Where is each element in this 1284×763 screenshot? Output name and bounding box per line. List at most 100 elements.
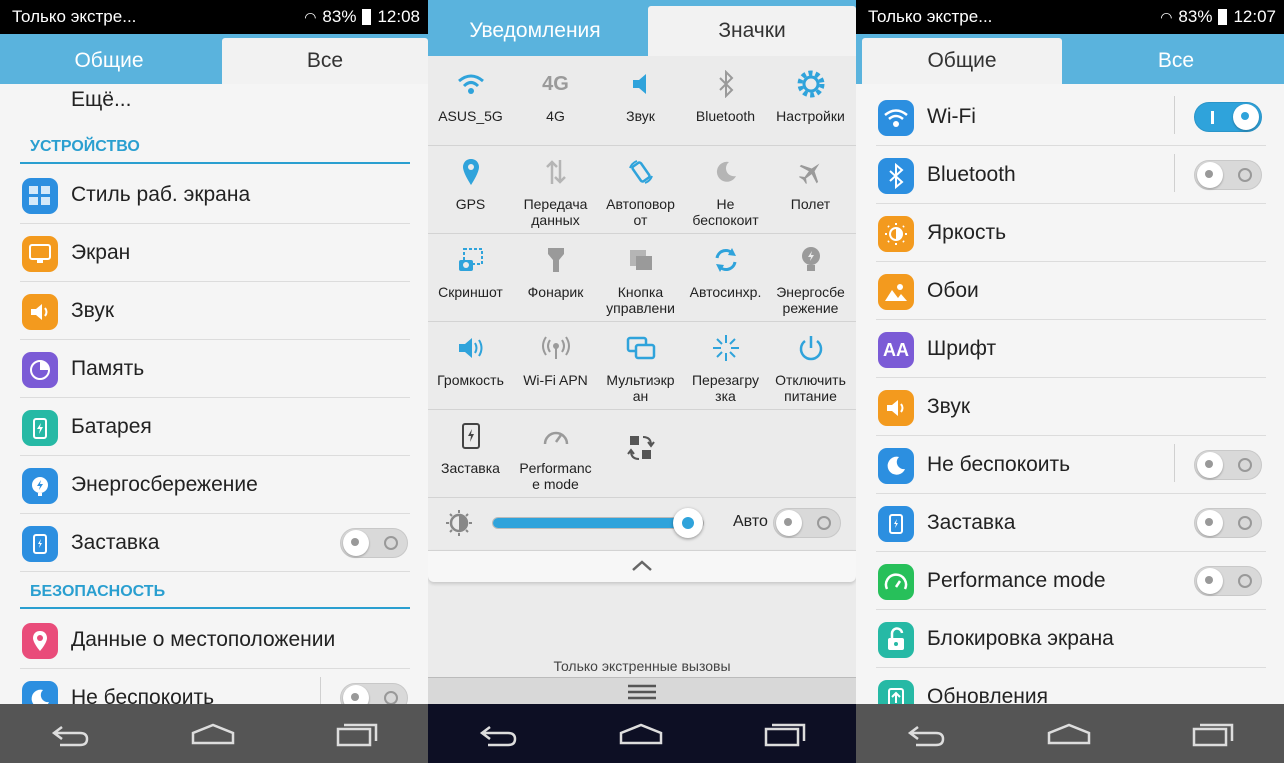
storage-icon xyxy=(22,352,58,388)
tile-label: Заставка xyxy=(441,460,500,476)
tile-wifi[interactable]: ASUS_5G xyxy=(428,58,513,145)
tile-flashlight[interactable]: Фонарик xyxy=(513,234,598,321)
setting-brightness[interactable]: Яркость xyxy=(876,204,1266,262)
moon-icon xyxy=(716,161,736,182)
tile-power-off[interactable]: Отключить питание xyxy=(768,322,853,409)
tile-autosync[interactable]: Автосинхр. xyxy=(683,234,768,321)
recent-apps-icon[interactable] xyxy=(336,721,378,747)
brightness-knob[interactable] xyxy=(673,508,703,538)
wifi-toggle[interactable] xyxy=(1194,102,1262,132)
tile-airplane[interactable]: Полет xyxy=(768,146,853,233)
brightness-slider[interactable] xyxy=(492,508,704,538)
tile-screensaver[interactable]: Заставка xyxy=(428,410,513,497)
recent-apps-icon[interactable] xyxy=(1192,721,1234,747)
performance-toggle[interactable] xyxy=(1194,566,1262,596)
setting-label: Шрифт xyxy=(927,337,997,360)
chevron-up-icon xyxy=(632,560,652,571)
setting-do-not-disturb[interactable]: Не беспокоить xyxy=(876,436,1266,494)
tile-multiscreen[interactable]: Мультиэкр ан xyxy=(598,322,683,409)
back-icon[interactable] xyxy=(50,721,90,747)
tile-power-saving[interactable]: Энергосбе режение xyxy=(768,234,853,321)
screensaver-toggle[interactable] xyxy=(340,528,408,558)
home-icon[interactable] xyxy=(619,721,663,747)
back-icon[interactable] xyxy=(906,721,946,747)
drag-handle[interactable] xyxy=(428,677,856,704)
tab-all[interactable]: Все xyxy=(222,38,428,84)
setting-font[interactable]: AA Шрифт xyxy=(876,320,1266,378)
home-icon[interactable] xyxy=(191,721,235,747)
tile-settings[interactable]: Настройки xyxy=(768,58,853,145)
setting-screen-lock[interactable]: Блокировка экрана xyxy=(876,610,1266,668)
setting-label: Звук xyxy=(927,395,971,418)
bluetooth-toggle[interactable] xyxy=(1194,160,1262,190)
screensaver-toggle[interactable] xyxy=(1194,508,1262,538)
collapse-handle[interactable] xyxy=(428,550,856,582)
4g-icon: 4G xyxy=(542,73,569,95)
tile-screenshot[interactable]: Скриншот xyxy=(428,234,513,321)
tile-sound[interactable]: Звук xyxy=(598,58,683,145)
tab-all[interactable]: Все xyxy=(1068,38,1284,84)
setting-label: Заставка xyxy=(71,531,160,554)
tile-volume[interactable]: Громкость xyxy=(428,322,513,409)
data-transfer-icon xyxy=(545,160,566,184)
tile-edit-shortcuts[interactable] xyxy=(598,410,683,497)
screensaver-icon xyxy=(461,423,480,449)
setting-battery[interactable]: Батарея xyxy=(20,398,410,456)
tile-dnd[interactable]: Не беспокоит xyxy=(683,146,768,233)
carrier-text: Только экстре... xyxy=(12,7,137,26)
setting-location[interactable]: Данные о местоположении xyxy=(20,611,410,669)
gear-icon xyxy=(797,70,824,98)
settings-all-panel: Только экстре... ◠ 83% 12:08 Общие Все Е… xyxy=(0,0,428,763)
clock: 12:08 xyxy=(377,7,420,26)
tile-reboot[interactable]: Перезагру зка xyxy=(683,322,768,409)
tab-shortcuts[interactable]: Значки xyxy=(648,6,856,56)
setting-sound[interactable]: Звук xyxy=(876,378,1266,436)
battery-percent: 83% xyxy=(1178,7,1213,26)
battery-icon xyxy=(1218,9,1228,25)
home-icon[interactable] xyxy=(1047,721,1091,747)
setting-storage[interactable]: Память xyxy=(20,340,410,398)
setting-wallpaper[interactable]: Обои xyxy=(876,262,1266,320)
setting-power-saving[interactable]: Энергосбережение xyxy=(20,456,410,514)
reboot-icon xyxy=(712,335,739,361)
back-icon[interactable] xyxy=(478,721,518,747)
tile-bluetooth[interactable]: Bluetooth xyxy=(683,58,768,145)
tab-general[interactable]: Общие xyxy=(862,38,1062,84)
setting-bluetooth[interactable]: Bluetooth xyxy=(876,146,1266,204)
tile-label: Не беспокоит xyxy=(692,196,759,228)
status-bar: Только экстре... ◠ 83% 12:08 xyxy=(0,0,428,34)
tile-autorotate[interactable]: Автоповор от xyxy=(598,146,683,233)
tile-label: Полет xyxy=(790,196,831,212)
tab-notifications[interactable]: Уведомления xyxy=(428,6,642,56)
tile-label: Энергосбе режение xyxy=(776,284,845,316)
setting-sound[interactable]: Звук xyxy=(20,282,410,340)
status-bar: Только экстре... ◠ 83% 12:07 xyxy=(856,0,1284,34)
setting-label: Экран xyxy=(71,241,131,264)
setting-screensaver[interactable]: Заставка xyxy=(20,514,410,572)
setting-display[interactable]: Экран xyxy=(20,224,410,282)
font-icon: AA xyxy=(878,332,914,368)
brightness-auto-toggle[interactable] xyxy=(773,508,841,538)
battery-icon xyxy=(362,9,372,25)
tile-4g[interactable]: 4G 4G xyxy=(513,58,598,145)
tile-performance-mode[interactable]: Performanc e mode xyxy=(513,410,598,497)
divider xyxy=(1174,444,1175,482)
setting-home-style[interactable]: Стиль раб. экрана xyxy=(20,166,410,224)
sync-icon xyxy=(715,248,736,272)
dnd-toggle[interactable] xyxy=(1194,450,1262,480)
wifi-icon xyxy=(878,100,914,136)
tile-data[interactable]: Передача данных xyxy=(513,146,598,233)
tile-gps[interactable]: GPS xyxy=(428,146,513,233)
tab-general[interactable]: Общие xyxy=(0,38,218,84)
recent-apps-icon[interactable] xyxy=(764,721,806,747)
tile-control-button[interactable]: Кнопка управлени xyxy=(598,234,683,321)
more-item[interactable]: Ещё... xyxy=(71,88,131,112)
notification-shade-panel: Уведомления Значки ASUS_5G 4G 4G Звук Blu… xyxy=(428,0,856,763)
setting-screensaver[interactable]: Заставка xyxy=(876,494,1266,552)
setting-performance-mode[interactable]: Performance mode xyxy=(876,552,1266,610)
setting-wifi[interactable]: Wi-Fi xyxy=(876,88,1266,146)
tile-label: Кнопка управлени xyxy=(606,284,675,316)
volume-icon xyxy=(458,338,482,358)
tile-wifi-apn[interactable]: Wi-Fi APN xyxy=(513,322,598,409)
setting-label: Память xyxy=(71,357,145,380)
